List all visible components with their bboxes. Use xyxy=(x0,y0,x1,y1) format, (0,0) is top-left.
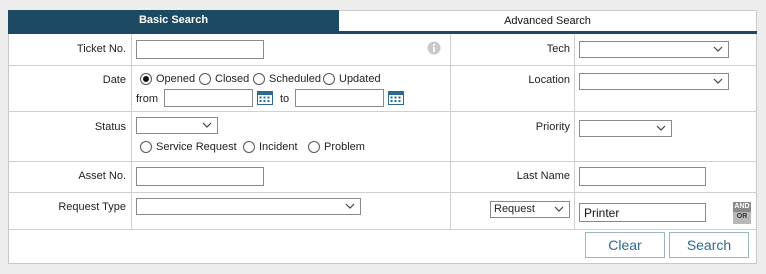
info-icon[interactable] xyxy=(427,41,441,55)
request-field-select-value: Request xyxy=(494,203,535,215)
chevron-down-icon xyxy=(713,46,723,52)
radio-button[interactable] xyxy=(199,73,211,85)
radio-button[interactable] xyxy=(140,73,152,85)
request-field-select[interactable]: Request xyxy=(490,201,570,218)
status-radio-problem[interactable]: Problem xyxy=(308,141,365,153)
radio-label: Opened xyxy=(156,73,196,85)
radio-button[interactable] xyxy=(140,141,152,153)
date-to-input[interactable] xyxy=(295,89,384,107)
status-label: Status xyxy=(94,121,126,133)
calendar-icon[interactable] xyxy=(388,90,404,105)
date-label: Date xyxy=(102,74,126,86)
row-divider xyxy=(8,229,757,230)
date-to-label: to xyxy=(280,93,290,105)
date-radio-closed[interactable]: Closed xyxy=(199,73,249,85)
chevron-down-icon xyxy=(202,122,212,128)
radio-label: Scheduled xyxy=(269,73,321,85)
tab-advanced-search[interactable]: Advanced Search xyxy=(339,10,757,31)
row-divider xyxy=(8,65,757,66)
priority-select[interactable] xyxy=(579,120,672,137)
row-divider xyxy=(8,161,757,162)
chevron-down-icon xyxy=(713,78,723,84)
asset-no-input[interactable] xyxy=(136,167,264,186)
radio-button[interactable] xyxy=(243,141,255,153)
status-radio-service-request[interactable]: Service Request xyxy=(140,141,237,153)
chevron-down-icon xyxy=(554,206,564,212)
status-select[interactable] xyxy=(136,117,218,134)
row-divider xyxy=(8,192,757,193)
calendar-icon[interactable] xyxy=(257,90,273,105)
asset-no-label: Asset No. xyxy=(78,170,126,182)
clear-button[interactable]: Clear xyxy=(585,232,665,258)
tab-basic-search[interactable]: Basic Search xyxy=(8,10,339,31)
col-divider xyxy=(574,34,575,229)
col-divider xyxy=(131,34,132,229)
request-filter-input[interactable] xyxy=(579,203,706,222)
or-option[interactable]: OR xyxy=(733,212,751,222)
last-name-input[interactable] xyxy=(579,167,706,186)
date-radio-scheduled[interactable]: Scheduled xyxy=(253,73,321,85)
row-divider xyxy=(8,111,757,112)
chevron-down-icon xyxy=(345,203,355,209)
request-type-label: Request Type xyxy=(58,201,126,213)
date-radio-updated[interactable]: Updated xyxy=(323,73,381,85)
radio-label: Incident xyxy=(259,141,298,153)
search-button[interactable]: Search xyxy=(669,232,749,258)
tech-select[interactable] xyxy=(579,41,729,58)
and-option[interactable]: AND xyxy=(733,202,751,212)
radio-label: Problem xyxy=(324,141,365,153)
date-from-label: from xyxy=(136,93,158,105)
date-from-input[interactable] xyxy=(164,89,253,107)
status-radio-incident[interactable]: Incident xyxy=(243,141,298,153)
last-name-label: Last Name xyxy=(516,170,570,182)
ticket-no-label: Ticket No. xyxy=(76,43,126,55)
priority-label: Priority xyxy=(535,121,570,133)
location-label: Location xyxy=(528,74,570,86)
request-type-select[interactable] xyxy=(136,198,361,215)
date-radio-opened[interactable]: Opened xyxy=(140,73,195,85)
location-select[interactable] xyxy=(579,73,729,90)
radio-button[interactable] xyxy=(253,73,265,85)
radio-button[interactable] xyxy=(308,141,320,153)
radio-label: Service Request xyxy=(156,141,237,153)
chevron-down-icon xyxy=(656,125,666,131)
tech-label: Tech xyxy=(546,43,570,55)
and-or-toggle[interactable]: AND OR xyxy=(733,202,751,224)
ticket-no-input[interactable] xyxy=(136,40,264,59)
radio-label: Updated xyxy=(339,73,381,85)
radio-button[interactable] xyxy=(323,73,335,85)
radio-label: Closed xyxy=(215,73,250,85)
